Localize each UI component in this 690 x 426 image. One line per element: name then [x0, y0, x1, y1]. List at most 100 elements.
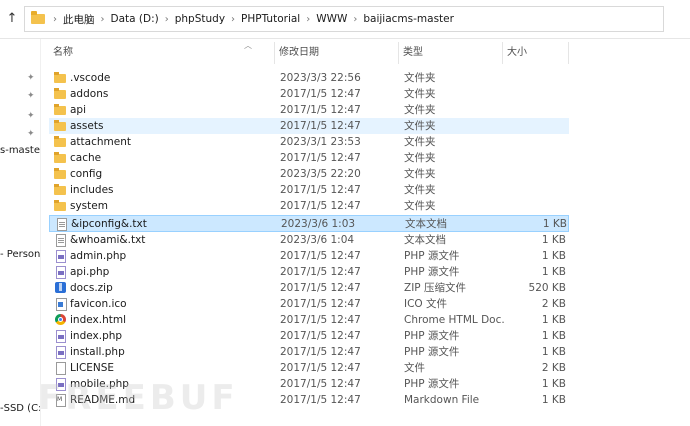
- list-item[interactable]: LICENSE 2017/1/5 12:47 文件 2 KB: [49, 360, 569, 376]
- file-name: config: [70, 168, 103, 180]
- list-item[interactable]: favicon.ico 2017/1/5 12:47 ICO 文件 2 KB: [49, 296, 569, 312]
- file-type: 文件夹: [404, 120, 436, 132]
- file-type: 文件夹: [404, 136, 436, 148]
- column-type[interactable]: 类型: [399, 42, 503, 64]
- list-item[interactable]: index.html 2017/1/5 12:47 Chrome HTML Do…: [49, 312, 569, 328]
- file-date: 2023/3/6 1:04: [280, 234, 355, 246]
- folder-icon: [54, 200, 66, 211]
- list-item[interactable]: api.php 2017/1/5 12:47 PHP 源文件 1 KB: [49, 264, 569, 280]
- file-type: 文件夹: [404, 152, 436, 164]
- breadcrumb-item[interactable]: Data (D:): [107, 13, 163, 25]
- folder-icon: [54, 72, 66, 83]
- file-type: PHP 源文件: [404, 330, 460, 342]
- file-type: Markdown File: [404, 394, 480, 406]
- zip-file-icon: [55, 282, 66, 293]
- list-item[interactable]: config 2023/3/5 22:20 文件夹: [49, 166, 569, 182]
- file-date: 2017/1/5 12:47: [280, 346, 361, 358]
- file-type: 文件夹: [404, 88, 436, 100]
- file-name: &whoami&.txt: [70, 234, 146, 246]
- pin-icon[interactable]: ✦: [27, 112, 35, 121]
- column-modified[interactable]: 修改日期: [275, 42, 399, 64]
- folder-icon: [54, 152, 66, 163]
- file-name: assets: [70, 120, 104, 132]
- file-size: 1 KB: [541, 250, 566, 262]
- pin-icon[interactable]: ✦: [27, 74, 35, 83]
- ico-file-icon: [56, 298, 67, 311]
- file-date: 2017/1/5 12:47: [280, 362, 361, 374]
- file-date: 2017/1/5 12:47: [280, 104, 361, 116]
- column-size[interactable]: 大小: [503, 42, 569, 64]
- file-date: 2017/1/5 12:47: [280, 152, 361, 164]
- chevron-right-icon[interactable]: ›: [99, 14, 107, 25]
- file-name: favicon.ico: [70, 298, 127, 310]
- list-item[interactable]: assets 2017/1/5 12:47 文件夹: [49, 118, 569, 134]
- file-name: includes: [70, 184, 114, 196]
- file-type: 文件: [404, 362, 425, 374]
- breadcrumb-item[interactable]: PHPTutorial: [237, 13, 304, 25]
- watermark: FREEBUF: [38, 378, 239, 418]
- file-type: 文件夹: [404, 184, 436, 196]
- list-item[interactable]: attachment 2023/3/1 23:53 文件夹: [49, 134, 569, 150]
- file-type: 文件夹: [404, 168, 436, 180]
- list-item[interactable]: addons 2017/1/5 12:47 文件夹: [49, 86, 569, 102]
- navigation-pane: ✦ ✦ ✦ ✦ s-master - Persona -SSD (C:: [0, 39, 41, 426]
- folder-icon: [54, 104, 66, 115]
- pin-icon[interactable]: ✦: [27, 92, 35, 101]
- list-item[interactable]: cache 2017/1/5 12:47 文件夹: [49, 150, 569, 166]
- file-size: 2 KB: [541, 298, 566, 310]
- breadcrumb-item[interactable]: 此电脑: [59, 12, 99, 27]
- list-item[interactable]: index.php 2017/1/5 12:47 PHP 源文件 1 KB: [49, 328, 569, 344]
- list-item[interactable]: api 2017/1/5 12:47 文件夹: [49, 102, 569, 118]
- php-file-icon: [56, 266, 66, 279]
- nav-item[interactable]: s-master: [0, 145, 40, 156]
- list-item[interactable]: system 2017/1/5 12:47 文件夹: [49, 198, 569, 214]
- file-type: PHP 源文件: [404, 346, 460, 358]
- address-bar[interactable]: › 此电脑 › Data (D:) › phpStudy › PHPTutori…: [24, 6, 664, 32]
- file-name: addons: [70, 88, 109, 100]
- file-type: 文本文档: [405, 218, 447, 230]
- file-size: 1 KB: [542, 218, 567, 230]
- list-item[interactable]: admin.php 2017/1/5 12:47 PHP 源文件 1 KB: [49, 248, 569, 264]
- breadcrumb-item[interactable]: WWW: [312, 13, 351, 25]
- chevron-right-icon[interactable]: ›: [304, 14, 312, 25]
- file-date: 2017/1/5 12:47: [280, 330, 361, 342]
- pin-icon[interactable]: ✦: [27, 130, 35, 139]
- file-date: 2017/1/5 12:47: [280, 394, 361, 406]
- list-item[interactable]: &ipconfig&.txt 2023/3/6 1:03 文本文档 1 KB: [49, 215, 569, 232]
- list-item[interactable]: &whoami&.txt 2023/3/6 1:04 文本文档 1 KB: [49, 232, 569, 248]
- file-size: 1 KB: [541, 378, 566, 390]
- breadcrumb-item[interactable]: baijiacms-master: [359, 13, 458, 25]
- text-file-icon: [57, 218, 67, 231]
- chevron-right-icon[interactable]: ›: [163, 14, 171, 25]
- nav-item[interactable]: - Persona: [0, 249, 40, 260]
- file-size: 1 KB: [541, 394, 566, 406]
- file-date: 2023/3/6 1:03: [281, 218, 356, 230]
- list-item[interactable]: includes 2017/1/5 12:47 文件夹: [49, 182, 569, 198]
- list-item[interactable]: docs.zip 2017/1/5 12:47 ZIP 压缩文件 520 KB: [49, 280, 569, 296]
- chevron-right-icon[interactable]: ›: [351, 14, 359, 25]
- file-name: install.php: [70, 346, 125, 358]
- file-type: PHP 源文件: [404, 250, 460, 262]
- breadcrumb-item[interactable]: phpStudy: [171, 13, 229, 25]
- file-name: system: [70, 200, 108, 212]
- file-size: 1 KB: [541, 330, 566, 342]
- list-item[interactable]: .vscode 2023/3/3 22:56 文件夹: [49, 70, 569, 86]
- file-name: LICENSE: [70, 362, 115, 374]
- chevron-right-icon[interactable]: ›: [229, 14, 237, 25]
- folder-icon: [54, 168, 66, 179]
- nav-item[interactable]: -SSD (C:: [0, 403, 40, 414]
- file-size: 1 KB: [541, 346, 566, 358]
- file-date: 2017/1/5 12:47: [280, 88, 361, 100]
- file-name: index.php: [70, 330, 123, 342]
- php-file-icon: [56, 330, 66, 343]
- list-item[interactable]: install.php 2017/1/5 12:47 PHP 源文件 1 KB: [49, 344, 569, 360]
- file-type: Chrome HTML Doc...: [404, 314, 504, 326]
- chrome-icon: [55, 314, 66, 325]
- chevron-right-icon[interactable]: ›: [51, 14, 59, 25]
- file-date: 2017/1/5 12:47: [280, 250, 361, 262]
- column-name[interactable]: 名称: [49, 42, 275, 64]
- file-type: 文件夹: [404, 200, 436, 212]
- file-date: 2017/1/5 12:47: [280, 298, 361, 310]
- file-size: 1 KB: [541, 314, 566, 326]
- up-arrow-icon[interactable]: ↑: [4, 10, 20, 28]
